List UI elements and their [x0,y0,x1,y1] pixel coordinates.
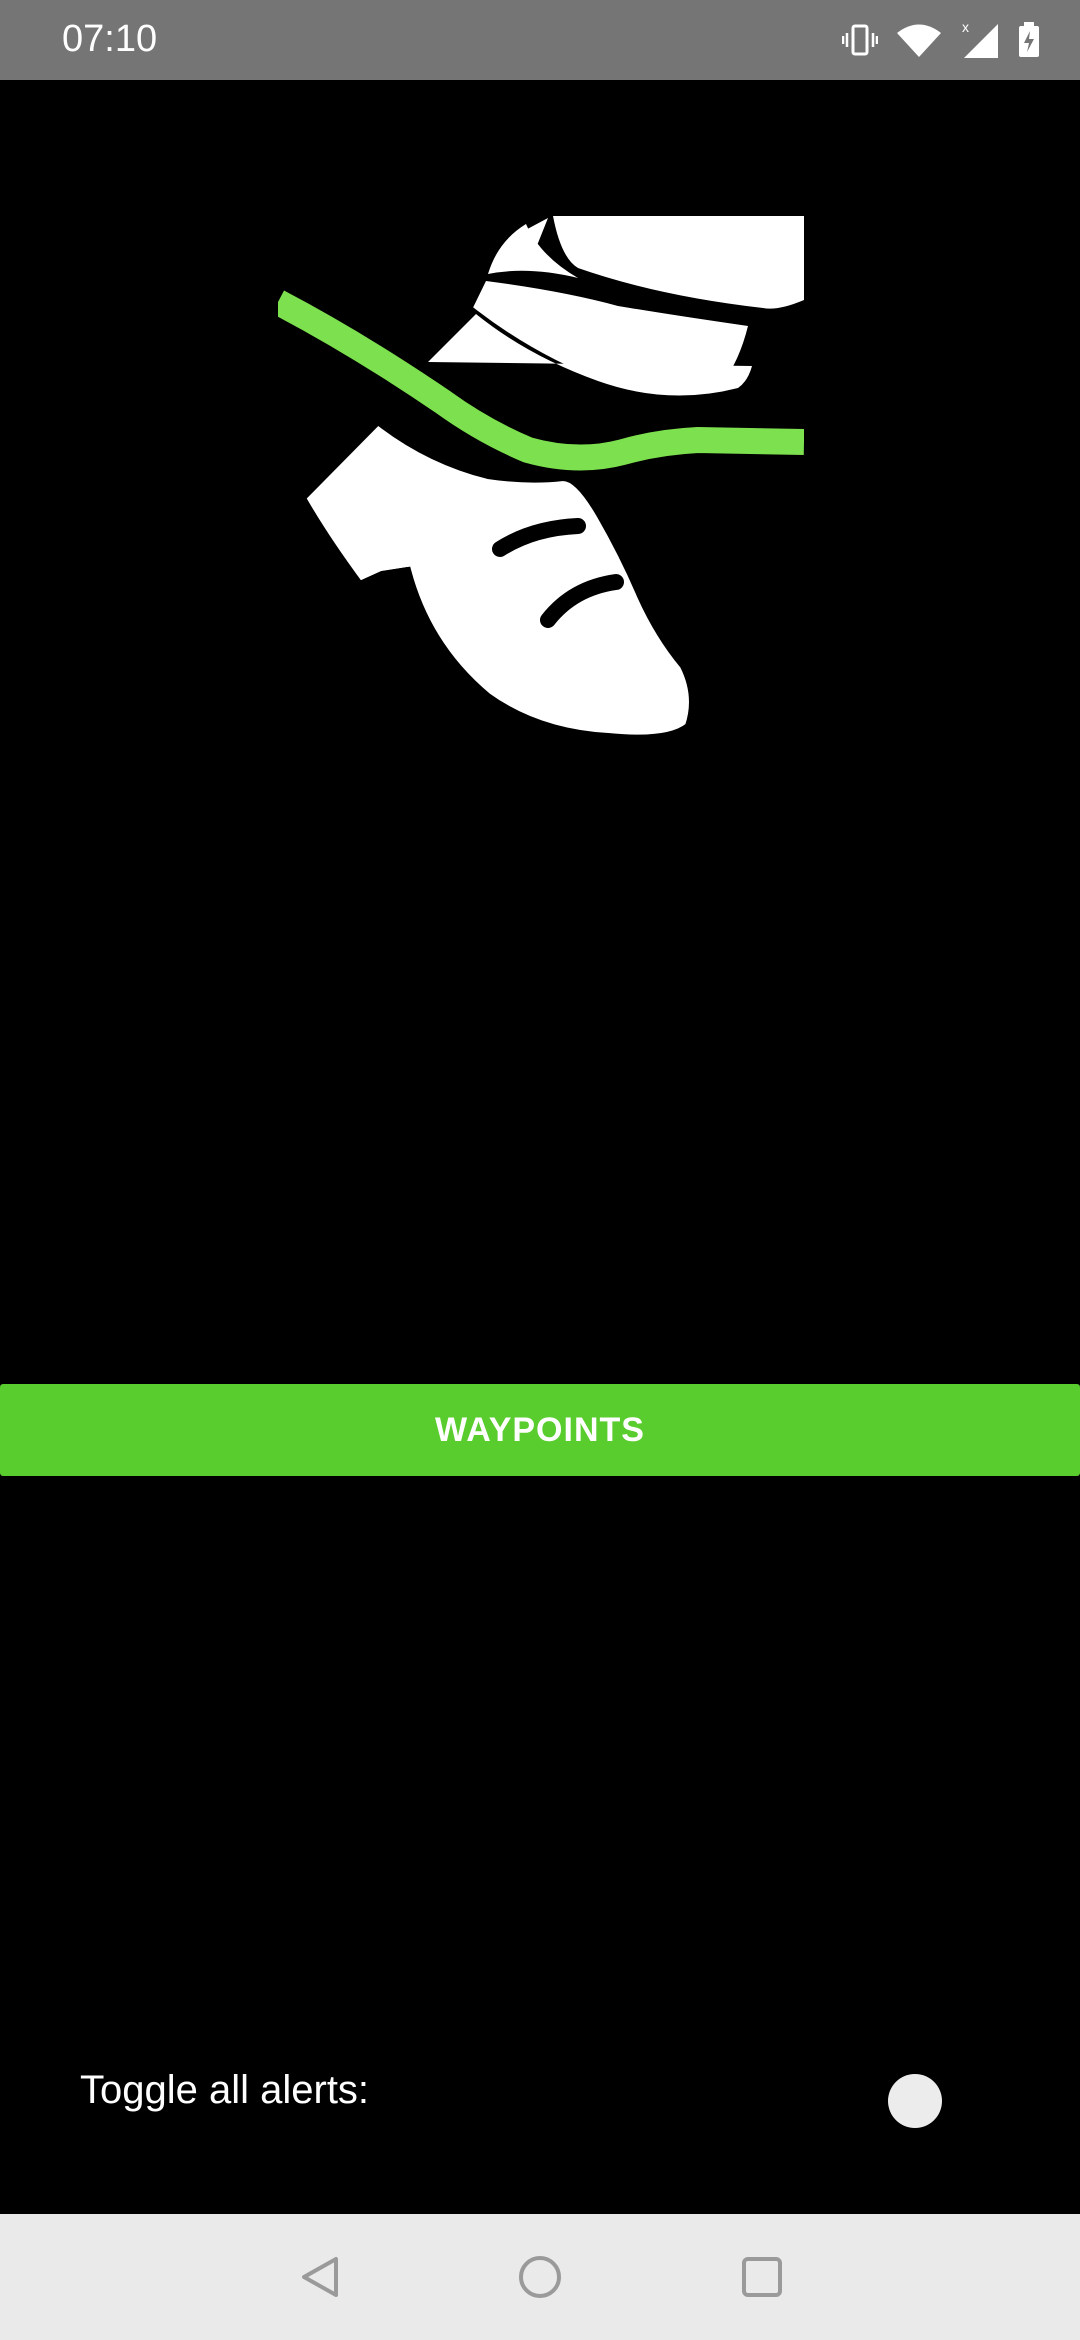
navigation-bar [0,2214,1080,2340]
waypoints-button[interactable]: WAYPOINTS [0,1384,1080,1476]
toggle-all-alerts-label: Toggle all alerts: [80,2068,370,2112]
app-screen: 07:10 x WAYPOINTS Toggle all alerts: [0,0,1080,2340]
status-bar: 07:10 x [0,0,1080,80]
battery-charging-icon [1018,22,1040,58]
wifi-icon [896,22,942,58]
toggle-thumb [888,2074,942,2128]
vibrate-icon [842,22,878,58]
svg-text:x: x [962,20,969,35]
toggle-all-alerts-switch[interactable] [868,2070,964,2130]
status-time: 07:10 [62,18,158,60]
recents-icon[interactable] [732,2247,792,2307]
cell-signal-icon: x [960,20,1000,60]
back-icon[interactable] [290,2247,350,2307]
home-icon[interactable] [510,2247,570,2307]
walking-shoe-logo-icon [267,214,805,742]
status-icons: x [842,18,1040,62]
